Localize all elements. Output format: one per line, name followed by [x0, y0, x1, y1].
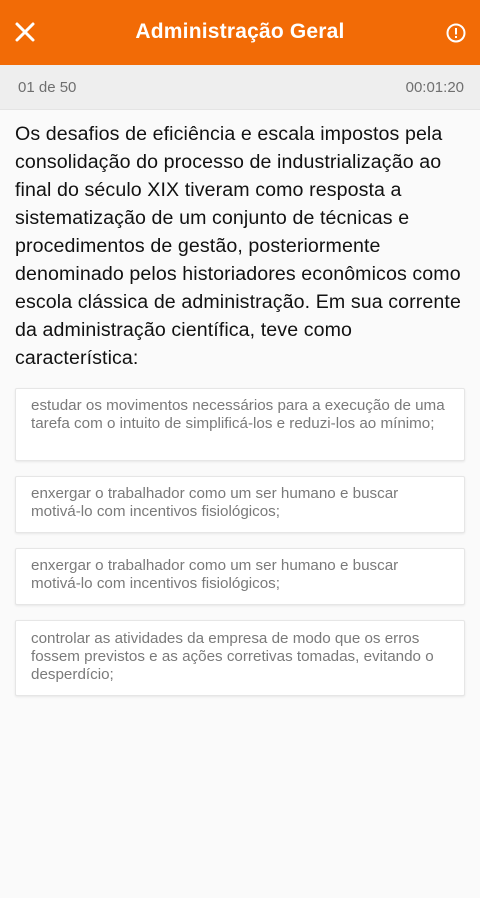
answer-option-text: enxergar o trabalhador como um ser human…	[31, 485, 399, 520]
answer-option-1[interactable]: estudar os movimentos necessários para a…	[15, 388, 465, 461]
app-bar: Administração Geral	[0, 0, 480, 65]
answer-option-text: estudar os movimentos necessários para a…	[31, 397, 445, 432]
answer-option-text: enxergar o trabalhador como um ser human…	[31, 557, 399, 592]
question-text: Os desafios de eficiência e escala impos…	[15, 123, 461, 369]
timer: 00:01:20	[405, 78, 464, 96]
close-button[interactable]	[10, 17, 40, 47]
answer-option-text: controlar as atividades da empresa de mo…	[31, 630, 434, 683]
alert-circle-icon	[446, 23, 466, 43]
answer-option-4[interactable]: controlar as atividades da empresa de mo…	[15, 620, 465, 696]
question-content: Os desafios de eficiência e escala impos…	[0, 110, 480, 696]
answer-option-3[interactable]: enxergar o trabalhador como um ser human…	[15, 548, 465, 605]
close-icon	[15, 22, 35, 42]
page-title: Administração Geral	[135, 20, 345, 43]
status-bar: 01 de 50 00:01:20	[0, 65, 480, 110]
question-counter: 01 de 50	[18, 78, 77, 96]
info-button[interactable]	[444, 21, 468, 45]
answer-option-2[interactable]: enxergar o trabalhador como um ser human…	[15, 476, 465, 533]
